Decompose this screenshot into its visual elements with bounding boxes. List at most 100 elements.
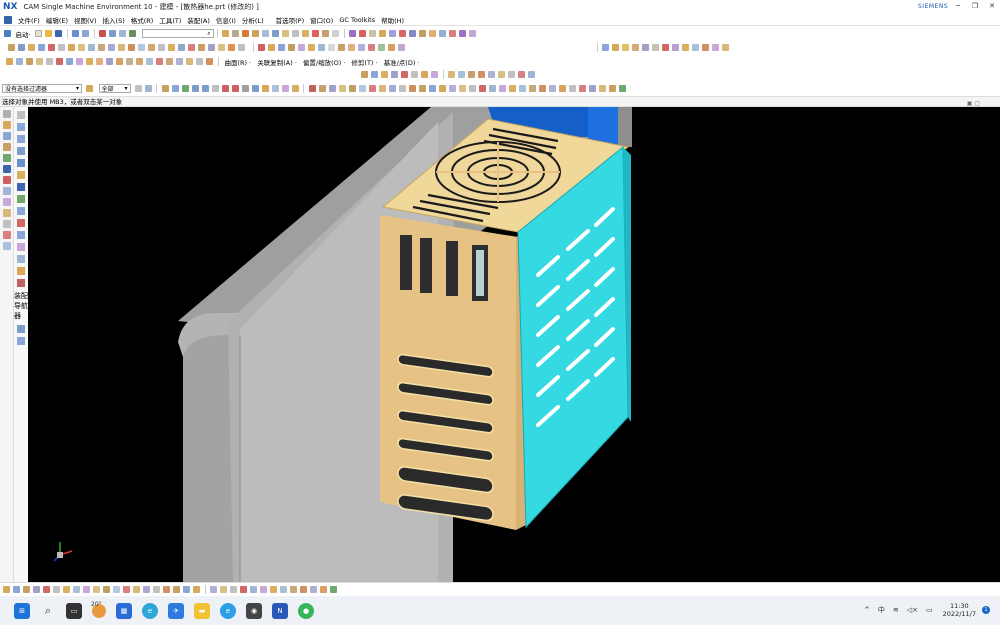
copy-icon[interactable] <box>109 30 117 37</box>
datum-point-menu[interactable]: 基准/点(D) · <box>384 57 420 67</box>
wcs-icon[interactable] <box>298 44 305 51</box>
intersection-point-icon[interactable] <box>221 85 229 92</box>
grid-icon[interactable] <box>328 44 335 51</box>
bottom-icon-8[interactable] <box>73 586 80 593</box>
measure-distance-icon[interactable] <box>328 85 336 92</box>
notification-badge[interactable]: 1 <box>982 606 990 614</box>
ruled-icon[interactable] <box>118 44 125 51</box>
n-sided-surface-icon[interactable] <box>128 44 135 51</box>
trim-sheet-icon[interactable] <box>86 58 93 65</box>
offset-surface-icon[interactable] <box>166 58 173 65</box>
cylinder-icon[interactable] <box>17 159 25 167</box>
reuse-library-icon[interactable] <box>2 154 11 162</box>
sew-icon[interactable] <box>148 44 155 51</box>
delete-face-icon[interactable] <box>208 44 215 51</box>
delete-icon[interactable] <box>129 30 137 37</box>
command-finder[interactable]: ⌕ <box>141 29 214 38</box>
point-on-surface-icon[interactable] <box>271 85 279 92</box>
mirror-assembly-icon[interactable] <box>488 71 495 78</box>
feature-rule-icon[interactable] <box>161 85 169 92</box>
shaded-icon[interactable] <box>409 30 417 37</box>
study-icon[interactable] <box>602 44 609 51</box>
paste-icon[interactable] <box>119 30 127 37</box>
edge-icon[interactable]: e <box>142 602 158 619</box>
bottom-icon-18[interactable] <box>173 586 180 593</box>
trim-menu[interactable]: 修剪(T) · <box>351 57 377 67</box>
offset-face-icon[interactable] <box>17 279 25 287</box>
add-component-icon[interactable] <box>458 71 465 78</box>
store-icon[interactable]: ▦ <box>116 602 132 619</box>
model-view[interactable] <box>28 107 1000 582</box>
undo-icon[interactable] <box>72 30 80 37</box>
assembly-navigator-icon[interactable] <box>2 132 11 140</box>
face-blend-icon[interactable] <box>138 44 145 51</box>
roles-icon[interactable] <box>2 231 11 239</box>
settings-icon[interactable] <box>2 110 11 118</box>
end-point-icon[interactable] <box>191 85 199 92</box>
through-curves-icon[interactable] <box>98 44 105 51</box>
ref-icon[interactable] <box>722 44 729 51</box>
view-orient-icon[interactable] <box>361 71 368 78</box>
transform-icon[interactable] <box>468 85 476 92</box>
bottom-icon-27[interactable] <box>270 586 277 593</box>
wechat-icon[interactable]: ● <box>298 602 314 619</box>
expression-icon[interactable] <box>358 44 365 51</box>
zoom-icon[interactable] <box>369 30 377 37</box>
unsuppress-icon[interactable] <box>378 44 385 51</box>
offset-region-icon[interactable] <box>218 44 225 51</box>
battery-icon[interactable]: ▭ <box>926 606 933 614</box>
pull-face-icon[interactable] <box>238 44 245 51</box>
extend-sheet-icon[interactable] <box>96 58 103 65</box>
cut-icon[interactable] <box>99 30 107 37</box>
bottom-icon-15[interactable] <box>143 586 150 593</box>
nx-taskbar-icon[interactable]: N <box>272 602 288 619</box>
thread-icon[interactable] <box>17 267 25 275</box>
input-method[interactable]: 中 <box>878 605 885 615</box>
boolean-icon[interactable] <box>262 30 270 37</box>
intersect-curve-icon[interactable] <box>68 44 75 51</box>
bottom-icon-16[interactable] <box>153 586 160 593</box>
fillet-icon[interactable] <box>136 58 143 65</box>
extract-icon[interactable] <box>178 44 185 51</box>
search-icon[interactable]: ⌕ <box>40 603 56 619</box>
join-curve-icon[interactable] <box>88 44 95 51</box>
emboss-icon[interactable] <box>17 243 25 251</box>
bottom-icon-1[interactable] <box>3 586 10 593</box>
journal-icon[interactable] <box>518 85 526 92</box>
info-object-icon[interactable] <box>358 85 366 92</box>
pole-icon[interactable] <box>291 85 299 92</box>
selection-scope[interactable]: 全部 ▾ <box>98 84 131 93</box>
attribute-icon[interactable] <box>498 85 506 92</box>
draft-icon[interactable] <box>302 30 310 37</box>
render-icon[interactable] <box>399 30 407 37</box>
help-topic-icon[interactable] <box>578 85 586 92</box>
layer-category-icon[interactable] <box>448 85 456 92</box>
move-component-icon[interactable] <box>478 71 485 78</box>
studio-surface-icon[interactable] <box>6 58 13 65</box>
save-icon[interactable] <box>55 30 63 37</box>
menu-format[interactable]: 格式(R) <box>128 15 157 25</box>
nav-dots-icon[interactable] <box>17 123 25 131</box>
ungroup-icon[interactable] <box>488 85 496 92</box>
associative-copy-menu[interactable]: 关联复制(A) · <box>257 57 297 67</box>
menu-analysis[interactable]: 分析(L) <box>239 15 267 25</box>
measure-body-icon[interactable] <box>348 85 356 92</box>
section-icon[interactable] <box>429 30 437 37</box>
suppress-icon[interactable] <box>368 44 375 51</box>
slot-icon[interactable] <box>17 219 25 227</box>
exploded-view-icon[interactable] <box>498 71 505 78</box>
redo-icon[interactable] <box>82 30 90 37</box>
mirror-icon[interactable] <box>322 30 330 37</box>
rectangle-select-icon[interactable] <box>144 85 152 92</box>
bottom-icon-6[interactable] <box>53 586 60 593</box>
divide-face-icon[interactable] <box>76 58 83 65</box>
clock[interactable]: 11:30 2022/11/7 <box>943 602 976 618</box>
bottom-icon-12[interactable] <box>113 586 120 593</box>
chevron-up-icon[interactable]: ^ <box>864 606 870 614</box>
boss-icon[interactable] <box>17 207 25 215</box>
start-icon[interactable] <box>4 30 11 37</box>
trim-body-icon[interactable] <box>332 30 340 37</box>
bottom-icon-25[interactable] <box>250 586 257 593</box>
menu-info[interactable]: 信息(I) <box>213 15 239 25</box>
bottom-icon-32[interactable] <box>320 586 327 593</box>
